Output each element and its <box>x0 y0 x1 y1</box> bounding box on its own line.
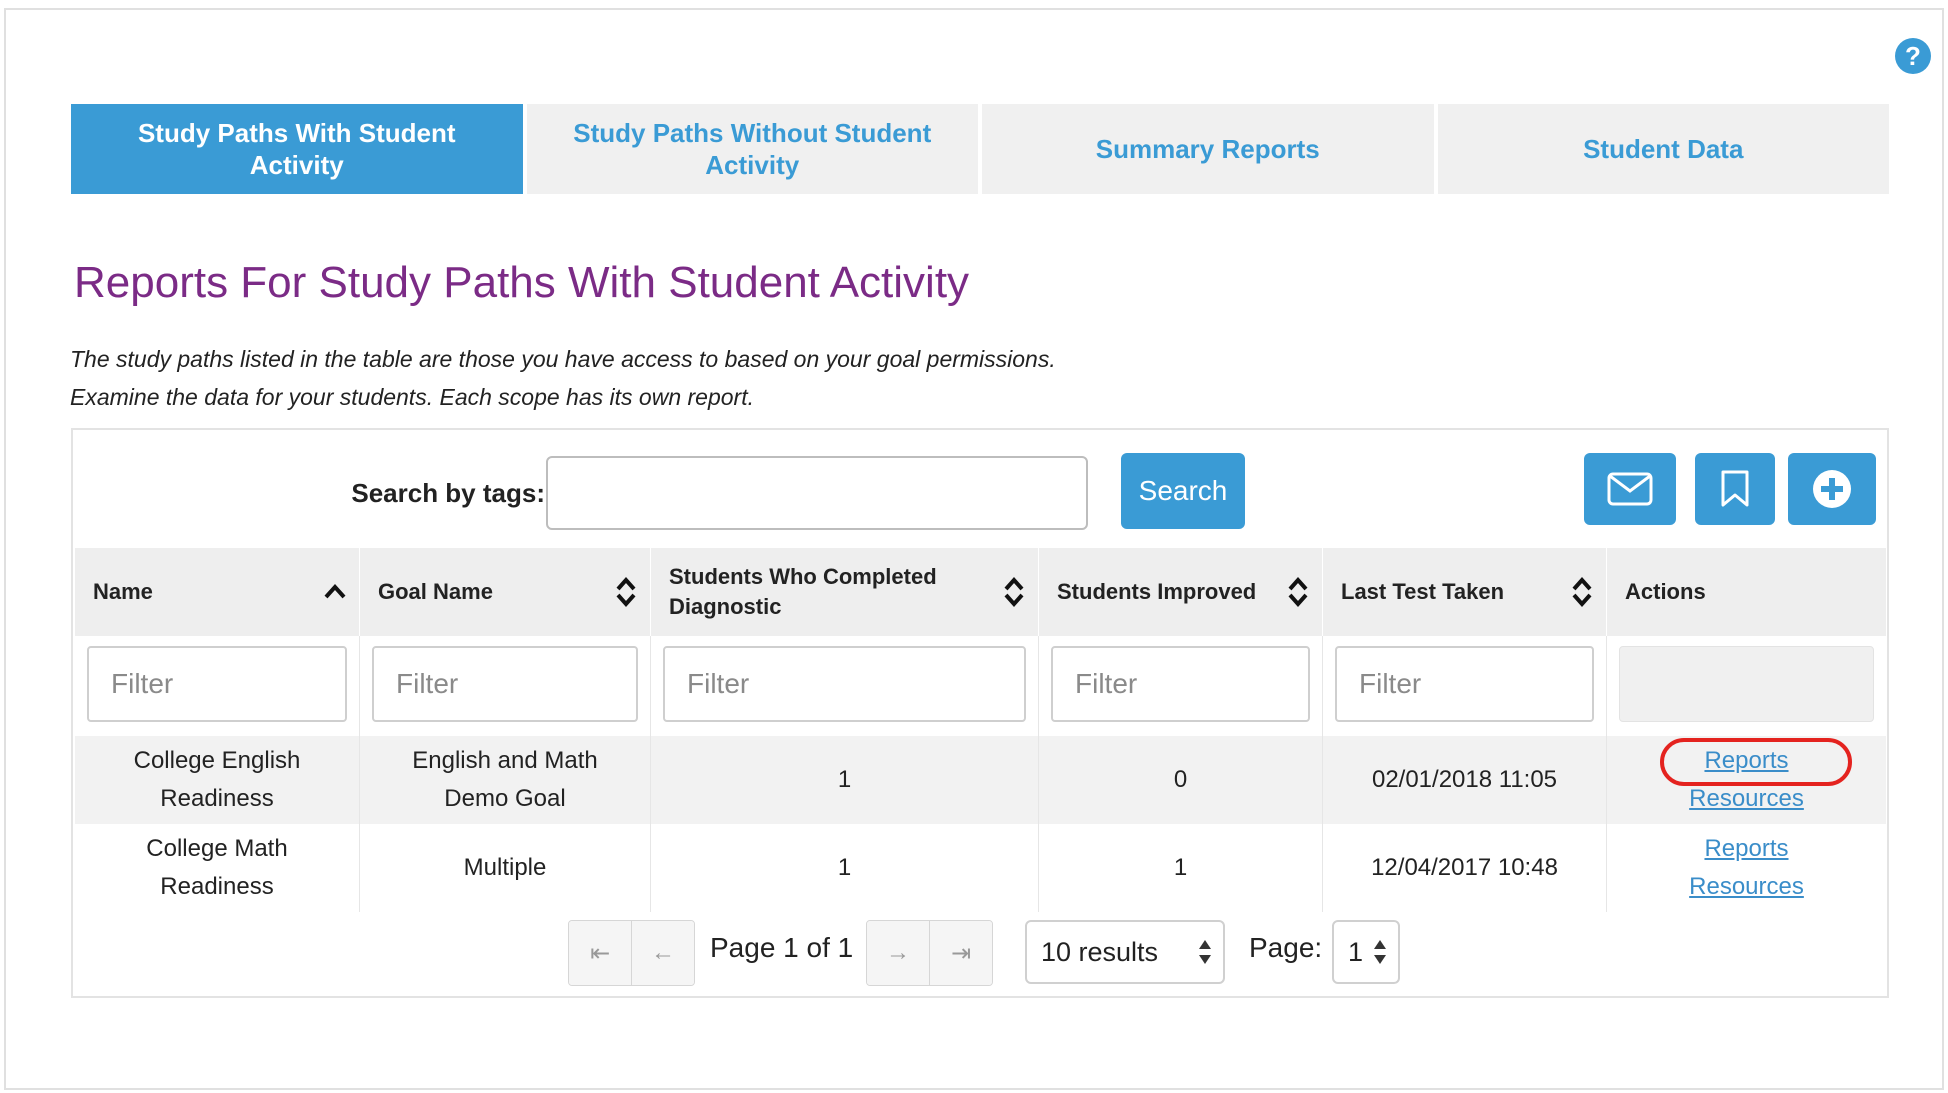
table-header: Name Goal Name Students Who Completed Di… <box>75 548 1886 636</box>
tag-search-input[interactable] <box>546 456 1088 530</box>
cell-name: College Math Readiness <box>75 824 360 912</box>
bookmark-button[interactable] <box>1695 453 1775 525</box>
column-header-name[interactable]: Name <box>75 548 360 636</box>
highlight-annotation <box>1660 738 1853 786</box>
cell-text: 1 <box>1173 854 1188 881</box>
column-header-last-test-taken[interactable]: Last Test Taken <box>1323 548 1607 636</box>
cell-text: 0 <box>1173 766 1188 793</box>
column-header-actions: Actions <box>1607 548 1886 636</box>
cell-goal-name: English and Math Demo Goal <box>360 736 651 824</box>
filter-cell <box>75 636 360 736</box>
pager-forward-group: → ⇥ <box>866 920 993 986</box>
select-arrows-icon <box>1374 940 1386 964</box>
table-row: College Math Readiness Multiple 1 1 12/0… <box>75 824 1886 912</box>
cell-text: 1 <box>837 766 852 793</box>
cell-actions: Reports Resources <box>1607 736 1886 824</box>
search-label: Search by tags: <box>351 478 545 508</box>
cell-text: College Math Readiness <box>146 835 288 900</box>
column-label: Students Improved <box>1057 579 1257 604</box>
envelope-icon <box>1607 472 1653 506</box>
first-page-icon[interactable]: ⇤ <box>569 921 631 985</box>
filter-cell <box>1323 636 1607 736</box>
filter-cell <box>1607 636 1886 736</box>
plus-circle-icon <box>1813 470 1851 508</box>
filter-completed-input[interactable] <box>663 646 1026 722</box>
email-button[interactable] <box>1584 453 1676 525</box>
sort-icon[interactable] <box>1002 575 1026 609</box>
cell-text: English and Math Demo Goal <box>412 747 598 812</box>
cell-actions: Reports Resources <box>1607 824 1886 912</box>
pagination: ⇤ ← Page 1 of 1 → ⇥ 10 results Page: 1 <box>73 920 1887 986</box>
column-label: Name <box>93 579 153 604</box>
column-header-students-improved[interactable]: Students Improved <box>1039 548 1323 636</box>
description-line-1: The study paths listed in the table are … <box>70 346 1056 372</box>
cell-improved: 1 <box>1039 824 1323 912</box>
column-label: Last Test Taken <box>1341 579 1505 604</box>
page-description: The study paths listed in the table are … <box>70 340 1056 416</box>
column-header-goal-name[interactable]: Goal Name <box>360 548 651 636</box>
sort-ascending-icon[interactable] <box>323 575 347 609</box>
page-number-value: 1 <box>1348 936 1364 967</box>
reports-link[interactable]: Reports <box>1660 738 1853 786</box>
page-title: Reports For Study Paths With Student Act… <box>74 258 970 307</box>
column-label: Goal Name <box>378 579 493 604</box>
filter-name-input[interactable] <box>87 646 347 722</box>
cell-text: 12/04/2017 10:48 <box>1371 854 1558 881</box>
bookmark-icon <box>1721 470 1749 507</box>
column-label: Students Who Completed Diagnostic <box>669 564 937 619</box>
page-indicator: Page 1 of 1 <box>710 932 854 963</box>
app-frame: ? Study Paths With Student Activity Stud… <box>4 8 1944 1090</box>
filter-last-test-input[interactable] <box>1335 646 1594 722</box>
table-row: College English Readiness English and Ma… <box>75 736 1886 824</box>
page-number-select[interactable]: 1 <box>1332 920 1400 984</box>
cell-text: College English Readiness <box>133 747 301 812</box>
description-line-2: Examine the data for your students. Each… <box>70 384 754 410</box>
sort-icon[interactable] <box>1570 575 1594 609</box>
resources-link[interactable]: Resources <box>1689 780 1804 818</box>
last-page-icon[interactable]: ⇥ <box>929 921 992 985</box>
select-arrows-icon <box>1199 940 1211 964</box>
next-page-icon[interactable]: → <box>867 921 929 985</box>
resources-link[interactable]: Resources <box>1689 868 1804 906</box>
cell-last-test: 02/01/2018 11:05 <box>1323 736 1607 824</box>
filter-actions-placeholder <box>1619 646 1874 722</box>
filter-goal-name-input[interactable] <box>372 646 638 722</box>
sort-icon[interactable] <box>1286 575 1310 609</box>
cell-improved: 0 <box>1039 736 1323 824</box>
filter-cell <box>360 636 651 736</box>
search-button[interactable]: Search <box>1121 453 1245 529</box>
filter-improved-input[interactable] <box>1051 646 1310 722</box>
page-label: Page: <box>1249 932 1323 963</box>
report-panel: Search by tags: Search Name Goal Name St… <box>71 428 1889 998</box>
cell-text: 02/01/2018 11:05 <box>1371 766 1558 793</box>
cell-completed: 1 <box>651 824 1039 912</box>
filter-row <box>75 636 1886 736</box>
filter-cell <box>1039 636 1323 736</box>
tab-student-data[interactable]: Student Data <box>1437 104 1889 194</box>
add-button[interactable] <box>1788 453 1876 525</box>
cell-text: 1 <box>837 854 852 881</box>
pager-back-group: ⇤ ← <box>568 920 695 986</box>
cell-text: Multiple <box>463 854 547 881</box>
results-per-page-value: 10 results <box>1041 936 1159 967</box>
results-per-page-select[interactable]: 10 results <box>1025 920 1225 984</box>
cell-last-test: 12/04/2017 10:48 <box>1323 824 1607 912</box>
tab-bar: Study Paths With Student Activity Study … <box>71 104 1889 194</box>
column-label: Actions <box>1625 579 1706 604</box>
sort-icon[interactable] <box>614 575 638 609</box>
previous-page-icon[interactable]: ← <box>631 921 694 985</box>
column-header-completed-diagnostic[interactable]: Students Who Completed Diagnostic <box>651 548 1039 636</box>
cell-completed: 1 <box>651 736 1039 824</box>
tab-study-paths-with-activity[interactable]: Study Paths With Student Activity <box>71 104 523 194</box>
cell-name: College English Readiness <box>75 736 360 824</box>
filter-cell <box>651 636 1039 736</box>
cell-goal-name: Multiple <box>360 824 651 912</box>
reports-link[interactable]: Reports <box>1704 830 1788 868</box>
help-icon[interactable]: ? <box>1895 38 1931 74</box>
tab-study-paths-without-activity[interactable]: Study Paths Without Student Activity <box>526 104 978 194</box>
tab-summary-reports[interactable]: Summary Reports <box>982 104 1434 194</box>
